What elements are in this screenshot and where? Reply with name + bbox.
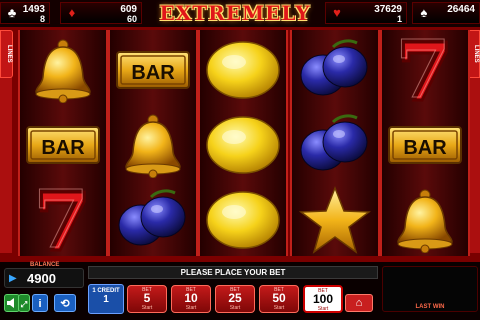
jackpot-diamonds: ♦ 609 60 bbox=[60, 2, 142, 24]
diamond-icon: ♦ bbox=[68, 5, 76, 20]
svg-text:7: 7 bbox=[395, 34, 451, 106]
home-icon: ⌂ bbox=[355, 297, 363, 309]
lemon-symbol bbox=[200, 182, 286, 257]
bet-caption: BET bbox=[318, 288, 328, 294]
bet-sub: Start bbox=[229, 305, 241, 311]
bet-sub: Start bbox=[317, 306, 329, 312]
svg-text:BAR: BAR bbox=[41, 137, 85, 159]
plum-symbol bbox=[110, 182, 196, 257]
bet-sub: Start bbox=[185, 305, 197, 311]
bet-caption: BET bbox=[186, 287, 196, 293]
fullscreen-button[interactable]: ⤢ bbox=[18, 294, 30, 312]
bell-symbol bbox=[20, 32, 106, 107]
autoplay-button[interactable]: ⟲ bbox=[54, 294, 76, 312]
bar-symbol: BAR bbox=[20, 107, 106, 182]
lemon-symbol bbox=[200, 107, 286, 182]
reel-4 bbox=[290, 30, 380, 256]
plum-symbol bbox=[292, 32, 378, 107]
bet-button-25[interactable]: BET 25 Start bbox=[215, 285, 255, 313]
bet-button-50[interactable]: BET 50 Start bbox=[259, 285, 299, 313]
bet-button-100[interactable]: BET 100 Start bbox=[303, 285, 343, 313]
jackpot-diamonds-count: 60 bbox=[126, 14, 137, 24]
last-win-label: LAST WIN bbox=[415, 304, 445, 310]
bet-value: 50 bbox=[272, 291, 286, 305]
bet-caption: BET bbox=[142, 287, 152, 293]
bet-sub: Start bbox=[273, 305, 285, 311]
info-button[interactable]: i bbox=[32, 294, 48, 312]
bar-symbol: BAR bbox=[382, 107, 468, 182]
star-symbol bbox=[292, 182, 378, 257]
jackpot-bar: ♣ 1493 8 ♦ 609 60 EXTREMELY HOT ♥ 37629 … bbox=[0, 0, 480, 52]
repeat-icon: ⟲ bbox=[60, 298, 70, 310]
info-icon: i bbox=[38, 298, 42, 310]
reel-5: 7 7 BAR bbox=[380, 30, 470, 256]
reel-3 bbox=[198, 30, 288, 256]
heart-icon: ♥ bbox=[333, 5, 341, 20]
speaker-icon bbox=[7, 298, 14, 308]
credit-value: 1 bbox=[103, 294, 109, 305]
bet-button-10[interactable]: BET 10 Start bbox=[171, 285, 211, 313]
club-icon: ♣ bbox=[7, 5, 17, 20]
bet-value: 5 bbox=[143, 291, 151, 305]
bell-symbol bbox=[382, 182, 468, 257]
balance-display: ▶ 4900 bbox=[4, 268, 84, 288]
credit-button[interactable]: 1 CREDIT 1 bbox=[88, 284, 124, 314]
plum-symbol bbox=[292, 107, 378, 182]
game-title: EXTREMELY HOT bbox=[159, 1, 311, 52]
bet-caption: BET bbox=[274, 287, 284, 293]
lines-tag-left[interactable]: LINES bbox=[0, 30, 13, 78]
spade-icon: ♠ bbox=[420, 5, 428, 20]
reel-2: BAR bbox=[108, 30, 198, 256]
bet-sub: Start bbox=[141, 305, 153, 311]
bet-value: 100 bbox=[312, 292, 334, 306]
bet-value: 10 bbox=[184, 291, 198, 305]
jackpot-spades: ♠ 26464 bbox=[412, 2, 480, 24]
svg-text:BAR: BAR bbox=[403, 137, 447, 159]
seven-symbol: 77 bbox=[20, 182, 106, 257]
seven-symbol: 77 bbox=[382, 32, 468, 107]
reel-1: BAR 7 7 bbox=[18, 30, 108, 256]
jackpot-spades-value: 26464 bbox=[447, 4, 475, 15]
jackpot-hearts-count: 1 bbox=[396, 14, 402, 24]
jackpot-hearts: ♥ 37629 1 bbox=[325, 2, 407, 24]
coins-icon: ▶ bbox=[9, 273, 17, 284]
bar-symbol: BAR bbox=[110, 32, 196, 107]
jackpot-clubs: ♣ 1493 8 bbox=[0, 2, 50, 24]
lemon-symbol bbox=[200, 32, 286, 107]
bell-symbol bbox=[110, 107, 196, 182]
bet-button-5[interactable]: BET 5 Start bbox=[127, 285, 167, 313]
svg-text:BAR: BAR bbox=[131, 62, 175, 84]
message-bar: PLEASE PLACE YOUR BET bbox=[88, 266, 378, 279]
jackpot-clubs-count: 8 bbox=[39, 14, 45, 24]
balance-value: 4900 bbox=[27, 271, 56, 286]
bet-value: 25 bbox=[228, 291, 242, 305]
bet-caption: BET bbox=[230, 287, 240, 293]
svg-text:7: 7 bbox=[33, 184, 89, 256]
home-button[interactable]: ⌂ bbox=[345, 294, 373, 312]
expand-icon: ⤢ bbox=[20, 300, 28, 309]
